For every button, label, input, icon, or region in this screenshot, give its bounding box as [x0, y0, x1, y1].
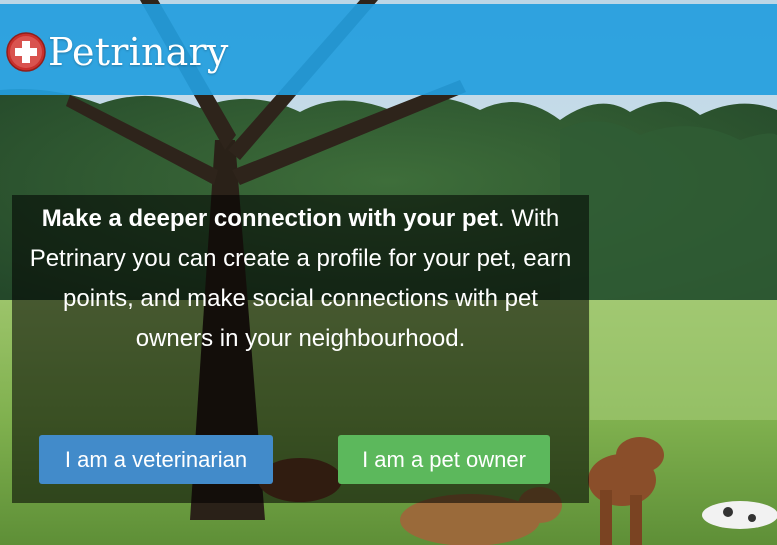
brand-logo-link[interactable]: Petrinary — [6, 26, 229, 78]
veterinarian-button[interactable]: I am a veterinarian — [39, 435, 273, 484]
intro-lead: Make a deeper connection with your pet — [41, 205, 498, 232]
intro-panel: Make a deeper connection with your pet. … — [12, 195, 589, 503]
red-cross-badge-icon — [6, 32, 46, 72]
brand-name: Petrinary — [48, 30, 229, 74]
top-navbar: Petrinary — [0, 4, 777, 95]
intro-text: Make a deeper connection with your pet. … — [26, 199, 575, 359]
intro-lead-punctuation: . — [497, 205, 505, 232]
pet-owner-button[interactable]: I am a pet owner — [338, 435, 550, 484]
